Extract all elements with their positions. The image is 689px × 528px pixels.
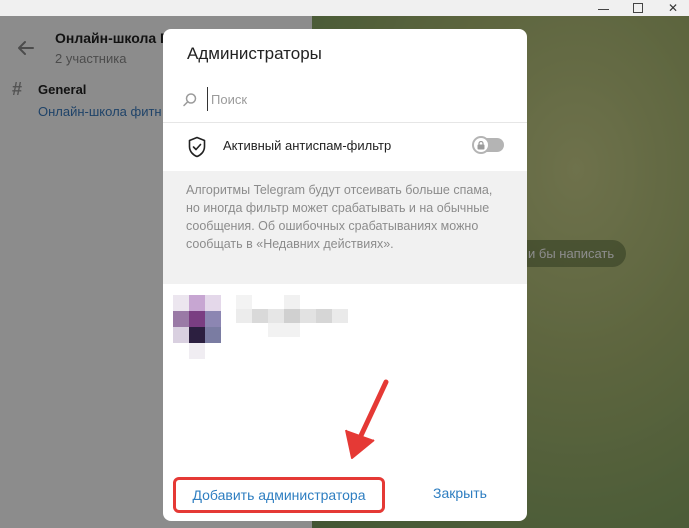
add-admin-button[interactable]: Добавить администратора [173,477,385,513]
antispam-description: Алгоритмы Telegram будут отсеивать больш… [186,183,493,251]
maximize-button[interactable] [620,0,656,16]
close-window-button[interactable]: ✕ [655,0,689,16]
search-input[interactable] [207,87,497,111]
lock-icon [472,136,490,154]
antispam-label: Активный антиспам-фильтр [223,138,392,153]
admin-name-redacted [236,295,348,343]
close-button[interactable]: Закрыть [433,485,487,501]
antispam-info: Алгоритмы Telegram будут отсеивать больш… [163,171,527,284]
minimize-icon [597,8,609,10]
search-icon [183,93,197,107]
annotation-arrow-icon [345,379,389,459]
minimize-button[interactable] [585,0,621,16]
window-titlebar: ✕ [0,0,689,16]
close-icon: ✕ [667,1,679,15]
maximize-icon [633,3,643,13]
avatar [173,295,221,359]
antispam-toggle[interactable] [472,136,504,154]
shield-check-icon [188,136,206,158]
admin-list-item[interactable] [163,285,527,365]
search-divider [163,122,527,123]
dialog-title: Администраторы [187,44,322,63]
